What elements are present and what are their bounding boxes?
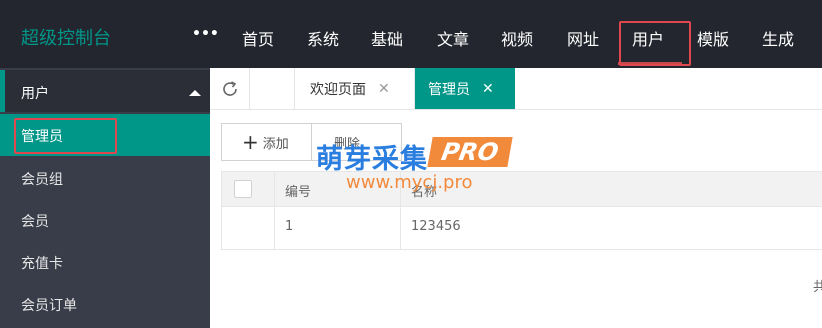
sidebar-item-member[interactable]: 会员: [0, 199, 210, 241]
tab-bar: 欢迎页面 ✕ 管理员 ✕: [210, 68, 822, 110]
nav-item-generate[interactable]: 生成: [762, 26, 794, 50]
nav-item-article[interactable]: 文章: [437, 26, 469, 50]
watermark-badge-text: PRO: [439, 138, 501, 166]
refresh-icon: [222, 80, 237, 96]
tab-label: 管理员: [428, 81, 470, 98]
watermark-title: 萌芽采集: [316, 144, 428, 175]
tab-spacer: [250, 68, 295, 109]
sidebar-group-label: 用户: [21, 86, 49, 102]
column-header-id[interactable]: 编号: [285, 181, 311, 200]
row-divider: [222, 206, 822, 207]
watermark-badge: PRO: [427, 137, 513, 167]
top-nav-bar: 超级控制台 ••• 首页 系统 基础 文章 视频 网址 用户 模版 生成: [0, 0, 822, 68]
sidebar-item-label: 会员: [21, 214, 49, 230]
sidebar-item-label: 会员订单: [21, 298, 77, 314]
nav-highlight-box: [619, 21, 691, 66]
tab-welcome[interactable]: 欢迎页面 ✕: [295, 68, 415, 109]
sidebar-item-member-group[interactable]: 会员组: [0, 157, 210, 199]
nav-item-template[interactable]: 模版: [697, 26, 729, 50]
add-button[interactable]: + 添加: [221, 123, 312, 161]
sidebar-item-member-orders[interactable]: 会员订单: [0, 283, 210, 325]
cell-id: 1: [285, 219, 294, 234]
sidebar-item-label: 会员组: [21, 172, 63, 188]
cell-name: 123456: [411, 219, 461, 234]
nav-item-basic[interactable]: 基础: [371, 26, 403, 50]
nav-item-system[interactable]: 系统: [307, 26, 339, 50]
nav-item-url[interactable]: 网址: [567, 26, 599, 50]
sidebar: 用户 管理员 会员组 会员 充值卡 会员订单: [0, 68, 210, 328]
more-menu-icon[interactable]: •••: [192, 26, 219, 42]
close-icon[interactable]: ✕: [378, 81, 390, 97]
caret-up-icon: [189, 90, 201, 96]
table-header: [222, 172, 822, 206]
column-divider: [274, 172, 275, 249]
sidebar-item-recharge-card[interactable]: 充值卡: [0, 241, 210, 283]
refresh-button[interactable]: [210, 68, 250, 109]
pagination-total: 共: [813, 280, 822, 295]
add-button-label: 添加: [262, 136, 289, 152]
nav-item-home[interactable]: 首页: [242, 26, 274, 50]
tab-label: 欢迎页面: [310, 81, 366, 98]
select-all-checkbox[interactable]: [234, 180, 252, 198]
sidebar-group-header[interactable]: 用户: [5, 70, 210, 112]
close-icon[interactable]: ✕: [482, 81, 494, 97]
plus-icon: +: [242, 130, 259, 154]
tab-admin[interactable]: 管理员 ✕: [415, 68, 515, 109]
admin-console: 超级控制台 ••• 首页 系统 基础 文章 视频 网址 用户 模版 生成 用户 …: [0, 0, 822, 328]
sidebar-item-label: 充值卡: [21, 256, 63, 272]
nav-item-video[interactable]: 视频: [501, 26, 533, 50]
admin-table: 编号 名称 1 123456: [221, 171, 822, 250]
watermark-url: www.mycj.pro: [346, 172, 473, 193]
app-logo[interactable]: 超级控制台: [21, 24, 111, 50]
sidebar-highlight-box: [14, 118, 117, 154]
